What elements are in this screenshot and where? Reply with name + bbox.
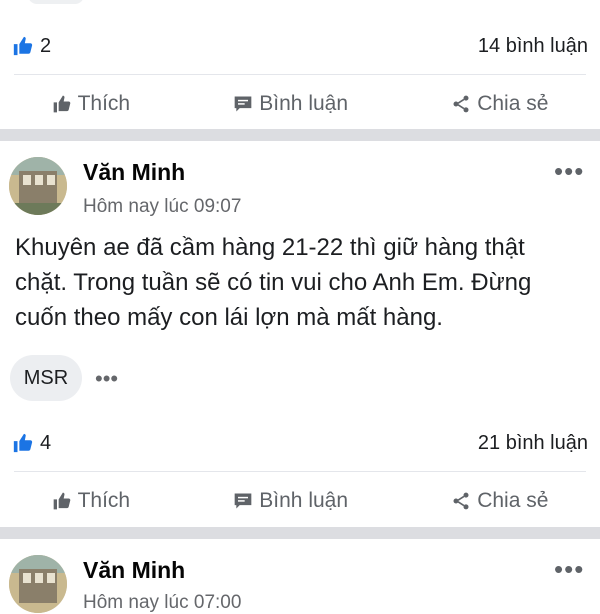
comment-count[interactable]: 21 bình luận [478,432,588,455]
post-timestamp[interactable]: Hôm nay lúc 09:07 [83,196,241,218]
more-options-icon[interactable]: ••• [554,156,584,187]
like-count: 2 [40,34,52,57]
thumbs-up-icon [13,433,33,453]
comment-button[interactable]: Bình luận [233,489,348,513]
comment-count[interactable]: 14 bình luận [478,35,588,58]
thumbs-up-icon [53,492,70,510]
post-actions: Thích Bình luận Chia sẻ [0,84,600,124]
avatar-image [9,555,67,613]
more-options-icon[interactable]: ••• [554,554,584,585]
avatar-image [9,157,67,215]
thumbs-up-icon [13,36,33,56]
share-icon [453,95,469,113]
post-timestamp[interactable]: Hôm nay lúc 07:00 [83,592,241,614]
post-separator [0,527,600,539]
share-button[interactable]: Chia sẻ [451,489,548,513]
share-label: Chia sẻ [477,489,549,512]
comment-label: Bình luận [259,92,349,115]
post-separator [0,129,600,141]
comment-button[interactable]: Bình luận [233,92,348,116]
more-tags-icon[interactable]: ••• [95,366,118,392]
avatar[interactable] [9,157,67,215]
avatar[interactable] [9,555,67,613]
comment-icon [234,493,252,509]
reaction-summary[interactable]: 2 14 bình luận [12,32,588,60]
author-name[interactable]: Văn Minh [83,557,185,584]
divider [14,74,586,75]
author-name[interactable]: Văn Minh [83,159,185,186]
like-count: 4 [40,431,52,454]
like-button[interactable]: Thích [52,489,131,513]
share-icon [453,492,469,510]
like-label: Thích [77,489,131,512]
post-text-line: chặt. Trong tuần sẽ có tin vui cho Anh E… [15,269,532,296]
divider [14,471,586,472]
share-label: Chia sẻ [477,92,549,115]
like-label: Thích [77,92,131,115]
like-button[interactable]: Thích [52,92,131,116]
reaction-summary[interactable]: 4 21 bình luận [12,429,588,457]
post-actions: Thích Bình luận Chia sẻ [0,481,600,521]
comment-label: Bình luận [259,489,349,512]
comment-icon [234,96,252,112]
thumbs-up-icon [53,95,70,113]
post-text: Khuyên ae đã cầm hàng 21-22 thì giữ hàng… [15,230,590,335]
previous-tag-pill[interactable] [28,0,84,4]
post-text-line: Khuyên ae đã cầm hàng 21-22 thì giữ hàng… [15,234,525,261]
share-button[interactable]: Chia sẻ [451,92,548,116]
ticker-tag[interactable]: MSR [10,355,82,401]
post-text-line: cuốn theo mấy con lái lợn mà mất hàng. [15,304,443,331]
